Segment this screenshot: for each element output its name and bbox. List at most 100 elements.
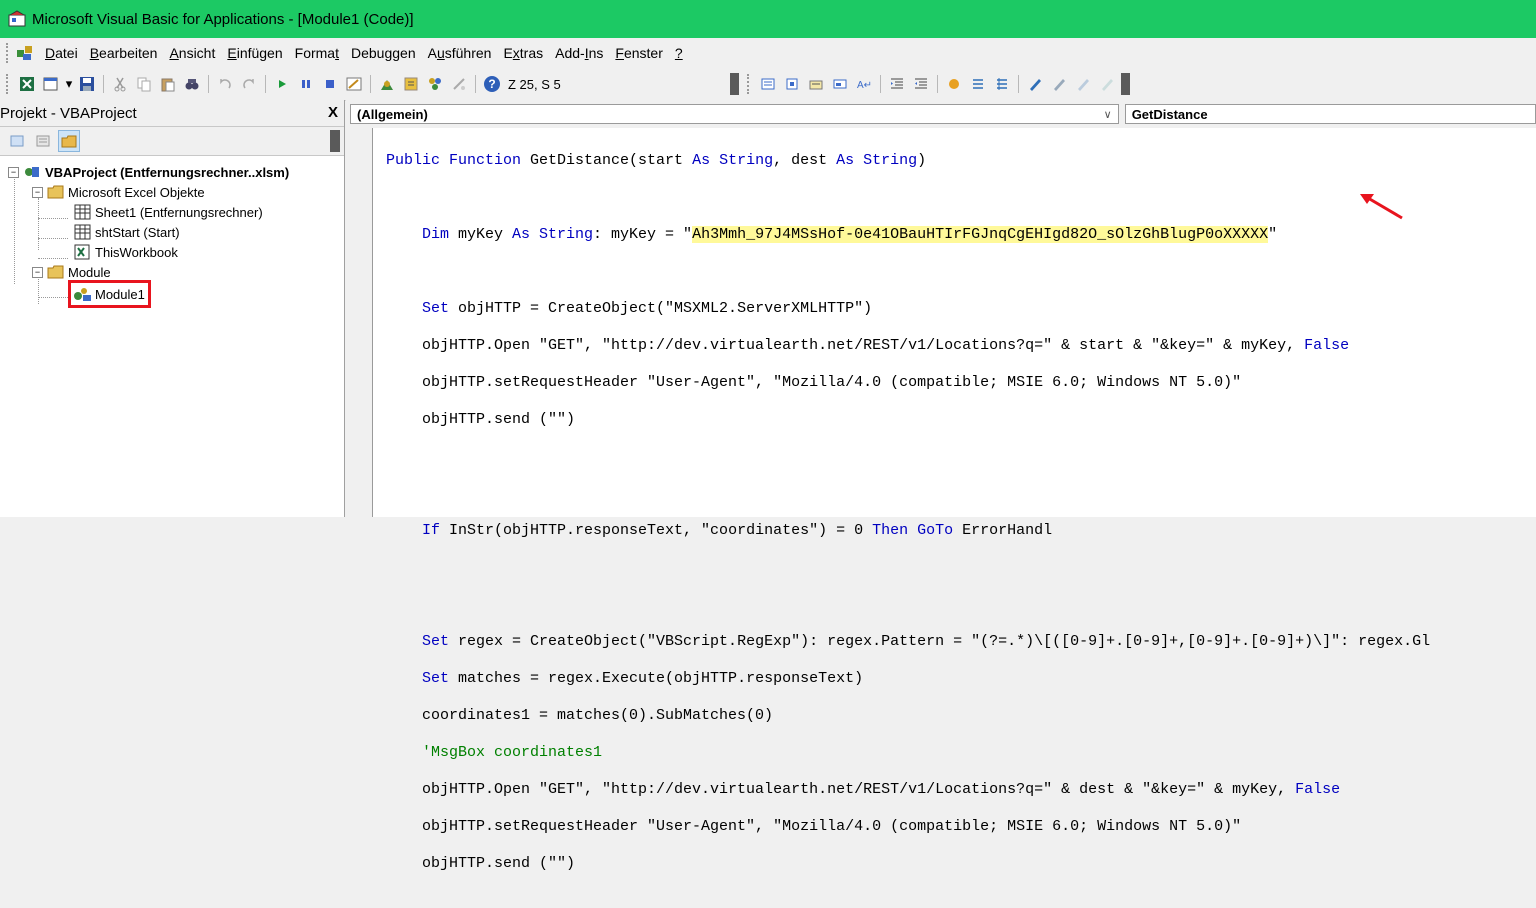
- parameter-info-icon[interactable]: [829, 73, 851, 95]
- tree-connector: [14, 176, 15, 284]
- find-icon[interactable]: [181, 73, 203, 95]
- toolbar-separator: [103, 75, 104, 93]
- toggle-breakpoint-icon[interactable]: [943, 73, 965, 95]
- project-explorer-icon[interactable]: [376, 73, 398, 95]
- help-icon[interactable]: ?: [481, 73, 503, 95]
- tree-connector: [38, 258, 68, 259]
- shtstart-label: shtStart (Start): [95, 224, 180, 240]
- view-object-icon[interactable]: [32, 130, 54, 152]
- dropdown-arrow-icon[interactable]: ▾: [64, 73, 74, 95]
- tree-node-excel-objects[interactable]: − Microsoft Excel Objekte: [32, 182, 205, 202]
- pause-icon[interactable]: [295, 73, 317, 95]
- excel-objects-label: Microsoft Excel Objekte: [68, 184, 205, 200]
- properties-icon[interactable]: [400, 73, 422, 95]
- toolbar-overflow-button[interactable]: [330, 130, 340, 152]
- code-margin[interactable]: [346, 128, 373, 517]
- project-explorer-header: Projekt - VBAProject X: [0, 100, 344, 127]
- menu-einfuegen[interactable]: Einfügen: [221, 45, 288, 61]
- tree-connector: [38, 297, 68, 298]
- tree-connector: [38, 198, 39, 250]
- code-line: coordinates1 = matches(0).SubMatches(0): [386, 707, 774, 724]
- menu-format[interactable]: Format: [289, 45, 345, 61]
- clear-bookmarks-icon[interactable]: [1096, 73, 1118, 95]
- menu-ausfuehren[interactable]: Ausführen: [422, 45, 498, 61]
- vbaproject-icon: [25, 167, 39, 177]
- view-code-icon[interactable]: [6, 130, 28, 152]
- cut-icon[interactable]: [109, 73, 131, 95]
- folder-icon: [47, 185, 64, 199]
- module1-label: Module1: [95, 286, 145, 302]
- code-line: objHTTP.send (""): [386, 855, 576, 872]
- comment-block-icon[interactable]: [967, 73, 989, 95]
- tree-node-thisworkbook[interactable]: ThisWorkbook: [74, 242, 178, 262]
- insert-module-icon[interactable]: [40, 73, 62, 95]
- previous-bookmark-icon[interactable]: [1072, 73, 1094, 95]
- undo-icon[interactable]: [214, 73, 236, 95]
- code-window: (Allgemein) ∨ GetDistance Public Functio…: [346, 100, 1536, 872]
- menu-extras[interactable]: Extras: [497, 45, 549, 61]
- toggle-folders-icon[interactable]: [58, 130, 80, 152]
- tree-connector: [38, 218, 68, 219]
- menu-bar: Datei Bearbeiten Ansicht Einfügen Format…: [0, 38, 1536, 68]
- standard-toolbar: ▾ ? Z 25, S 5 A↵: [0, 68, 1536, 101]
- menu-bearbeiten[interactable]: Bearbeiten: [84, 45, 164, 61]
- tree-node-module-folder[interactable]: − Module: [32, 262, 111, 282]
- vba-menu-icon[interactable]: [15, 43, 35, 63]
- paste-icon[interactable]: [157, 73, 179, 95]
- run-icon[interactable]: [271, 73, 293, 95]
- next-bookmark-icon[interactable]: [1048, 73, 1070, 95]
- tree-node-shtstart[interactable]: shtStart (Start): [74, 222, 180, 242]
- complete-word-icon[interactable]: A↵: [853, 73, 875, 95]
- menu-datei[interactable]: Datei: [39, 45, 84, 61]
- toggle-bookmark-icon[interactable]: [1024, 73, 1046, 95]
- object-combo-value: (Allgemein): [357, 106, 428, 122]
- cursor-position: Z 25, S 5: [508, 76, 561, 92]
- object-combo[interactable]: (Allgemein) ∨: [350, 104, 1119, 124]
- stop-icon[interactable]: [319, 73, 341, 95]
- uncomment-block-icon[interactable]: [991, 73, 1013, 95]
- edit-toolbar-grip[interactable]: [747, 74, 752, 94]
- code-text[interactable]: Public Function GetDistance(start As Str…: [386, 134, 1430, 908]
- toolbox-icon[interactable]: [448, 73, 470, 95]
- tree-node-vbaproject[interactable]: − VBAProject (Entfernungsrechner..xlsm): [8, 162, 289, 182]
- save-icon[interactable]: [76, 73, 98, 95]
- code-comment-line: 'MsgBox coordinates1: [386, 744, 603, 761]
- collapse-toggle-icon[interactable]: −: [32, 186, 43, 198]
- tree-node-module1[interactable]: Module1: [68, 280, 151, 308]
- tree-node-sheet1[interactable]: Sheet1 (Entfernungsrechner): [74, 202, 263, 222]
- menu-help[interactable]: ?: [669, 45, 689, 61]
- copy-icon[interactable]: [133, 73, 155, 95]
- menu-ansicht[interactable]: Ansicht: [163, 45, 221, 61]
- design-mode-icon[interactable]: [343, 73, 365, 95]
- list-properties-icon[interactable]: [757, 73, 779, 95]
- outdent-icon[interactable]: [910, 73, 932, 95]
- object-browser-icon[interactable]: [424, 73, 446, 95]
- code-line: objHTTP.Open "GET", "http://dev.virtuale…: [386, 337, 1350, 354]
- toolbar-separator: [937, 75, 938, 93]
- collapse-toggle-icon[interactable]: −: [8, 166, 19, 178]
- tree-connector: [38, 238, 68, 239]
- project-explorer: Projekt - VBAProject X − VBAProject (Ent…: [0, 100, 345, 517]
- toolbar-grip[interactable]: [6, 74, 11, 94]
- edit-toolbar-overflow-button[interactable]: [1121, 73, 1130, 95]
- vbaproject-label: VBAProject (Entfernungsrechner..xlsm): [45, 164, 290, 180]
- list-constants-icon[interactable]: [781, 73, 803, 95]
- menu-addins[interactable]: Add-Ins: [549, 45, 609, 61]
- menu-debuggen[interactable]: Debuggen: [345, 45, 422, 61]
- menu-fenster[interactable]: Fenster: [609, 45, 668, 61]
- toolbar-separator: [265, 75, 266, 93]
- close-icon[interactable]: X: [328, 102, 338, 124]
- toolbar-overflow-button[interactable]: [730, 73, 739, 95]
- redo-icon[interactable]: [238, 73, 260, 95]
- project-explorer-title: Projekt - VBAProject: [0, 104, 137, 122]
- code-line: Set regex = CreateObject("VBScript.RegEx…: [386, 633, 1431, 650]
- toolbar-separator: [880, 75, 881, 93]
- excel-view-icon[interactable]: [16, 73, 38, 95]
- quick-info-icon[interactable]: [805, 73, 827, 95]
- toolbar-separator: [208, 75, 209, 93]
- indent-icon[interactable]: [886, 73, 908, 95]
- procedure-combo[interactable]: GetDistance: [1124, 104, 1536, 124]
- collapse-toggle-icon[interactable]: −: [32, 266, 43, 278]
- menubar-grip[interactable]: [6, 43, 11, 63]
